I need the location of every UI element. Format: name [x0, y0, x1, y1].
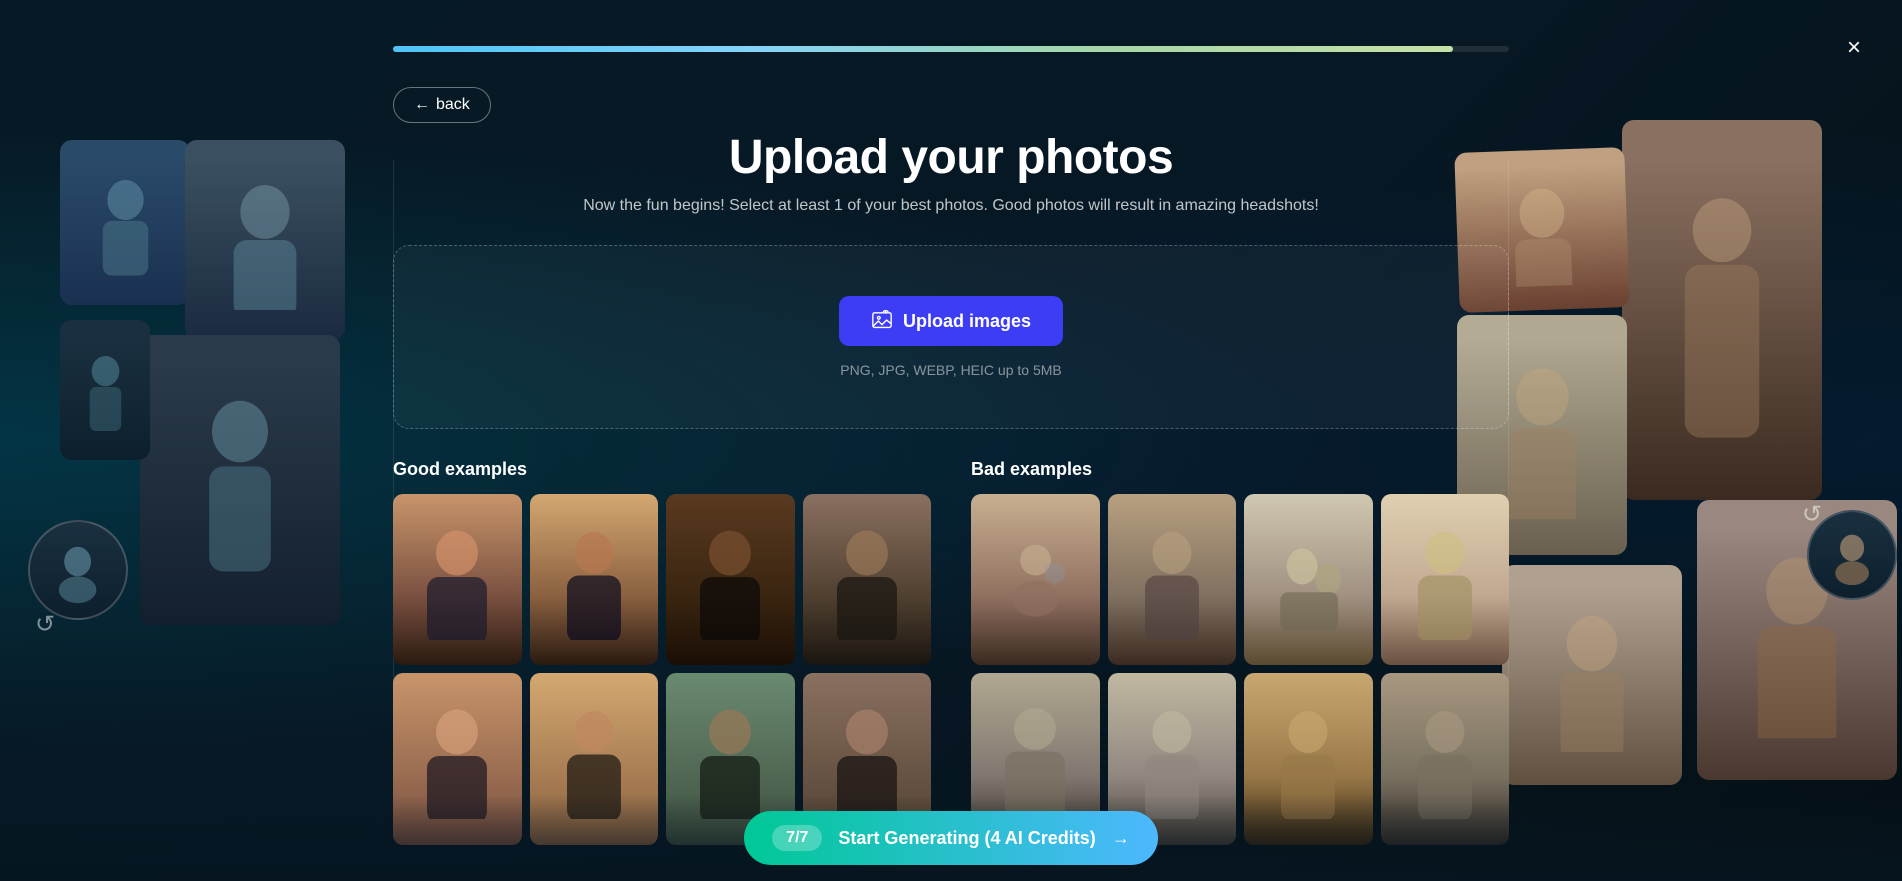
good-examples-grid — [393, 494, 931, 845]
left-circle-avatar — [28, 520, 128, 620]
back-button[interactable]: ← back — [393, 87, 491, 123]
close-icon: × — [1847, 34, 1861, 62]
bad-example-photo-2 — [1108, 494, 1237, 665]
page-title: Upload your photos — [729, 130, 1173, 185]
main-content: Upload your photos Now the fun begins! S… — [393, 60, 1509, 845]
left-decorative-photos: ↺ — [0, 140, 360, 740]
right-arrow-icon: ↺ — [1802, 500, 1822, 529]
good-example-photo-1 — [393, 494, 522, 665]
upload-formats-text: PNG, JPG, WEBP, HEIC up to 5MB — [840, 362, 1061, 378]
generate-bar: 7/7 Start Generating (4 AI Credits) → — [0, 795, 1902, 881]
right-photo-1 — [1622, 120, 1822, 500]
left-photo-1 — [60, 140, 190, 305]
left-photo-4 — [60, 320, 150, 460]
progress-bar-fill — [393, 46, 1453, 52]
right-decorative-photos: ↺ — [1492, 120, 1902, 770]
bad-examples-grid — [971, 494, 1509, 845]
upload-dropzone[interactable]: Upload images PNG, JPG, WEBP, HEIC up to… — [393, 245, 1509, 429]
bad-example-photo-4 — [1381, 494, 1510, 665]
upload-button-label: Upload images — [903, 311, 1031, 332]
progress-badge: 7/7 — [772, 825, 822, 851]
page-subtitle: Now the fun begins! Select at least 1 of… — [583, 197, 1319, 215]
bad-examples-title: Bad examples — [971, 459, 1509, 480]
good-examples-column: Good examples — [393, 459, 931, 845]
good-example-photo-4 — [803, 494, 932, 665]
generate-button-label: Start Generating (4 AI Credits) — [838, 828, 1095, 849]
start-generating-button[interactable]: 7/7 Start Generating (4 AI Credits) → — [744, 811, 1158, 865]
good-example-photo-2 — [530, 494, 659, 665]
progress-bar-container — [393, 46, 1509, 52]
bad-examples-column: Bad examples — [971, 459, 1509, 845]
close-button[interactable]: × — [1836, 30, 1872, 66]
back-button-label: back — [436, 96, 470, 114]
generate-arrow-icon: → — [1112, 828, 1130, 849]
examples-section: Good examples — [393, 459, 1509, 845]
left-arrow-icon: ↺ — [35, 610, 55, 639]
left-photo-3 — [140, 335, 340, 625]
bad-example-photo-1 — [971, 494, 1100, 665]
back-arrow-icon: ← — [414, 96, 430, 114]
good-examples-title: Good examples — [393, 459, 931, 480]
right-photo-5 — [1502, 565, 1682, 785]
left-photo-2 — [185, 140, 345, 340]
upload-images-button[interactable]: Upload images — [839, 296, 1063, 346]
upload-icon — [871, 310, 893, 332]
good-example-photo-3 — [666, 494, 795, 665]
bad-example-photo-3 — [1244, 494, 1373, 665]
